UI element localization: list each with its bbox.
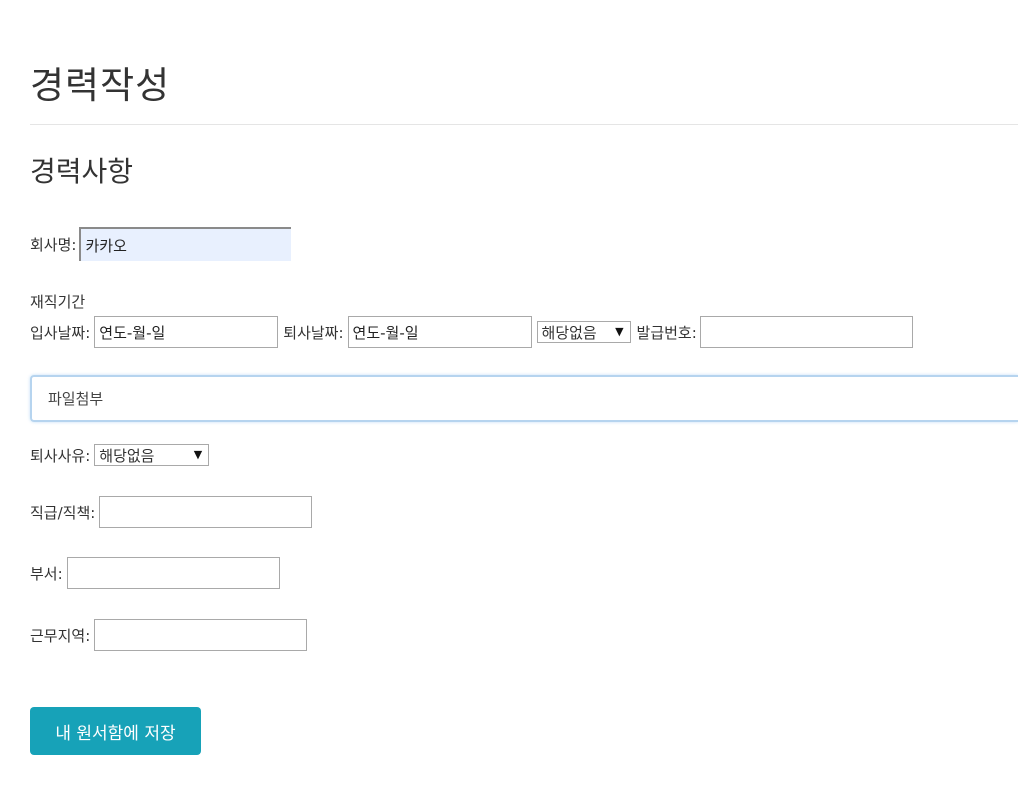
- location-row: 근무지역:: [30, 619, 308, 651]
- rank-row: 직급/직책:: [30, 496, 313, 528]
- issue-number-label: 발급번호:: [636, 323, 697, 342]
- save-button[interactable]: 내 원서함에 저장: [30, 707, 201, 755]
- reason-label: 퇴사사유:: [30, 446, 91, 465]
- reason-row: 퇴사사유: 해당없음 ▼: [30, 444, 210, 466]
- reason-select[interactable]: 해당없음 ▼: [94, 444, 210, 466]
- company-label: 회사명:: [30, 235, 77, 254]
- location-input[interactable]: [94, 619, 308, 651]
- leave-date-input[interactable]: [347, 316, 532, 348]
- rank-input[interactable]: [99, 496, 313, 528]
- file-attach-field[interactable]: 파일첨부: [30, 375, 1018, 422]
- chevron-down-icon: ▼: [615, 325, 624, 338]
- rank-label: 직급/직책:: [30, 503, 96, 522]
- file-attach-label: 파일첨부: [48, 390, 104, 408]
- department-label: 부서:: [30, 564, 63, 583]
- section-title: 경력사항: [30, 155, 134, 188]
- status-select-value: 해당없음: [541, 323, 597, 342]
- issue-number-input[interactable]: [699, 316, 913, 348]
- status-select[interactable]: 해당없음 ▼: [536, 321, 631, 343]
- tenure-heading: 재직기간: [30, 293, 86, 311]
- department-row: 부서:: [30, 557, 280, 589]
- divider: [30, 124, 1018, 125]
- tenure-heading-row: 재직기간: [30, 291, 85, 312]
- page-title: 경력작성: [30, 64, 171, 107]
- join-date-input[interactable]: [94, 316, 279, 348]
- tenure-row: 입사날짜: 퇴사날짜: 해당없음 ▼ 발급번호:: [30, 316, 913, 348]
- department-input[interactable]: [66, 557, 280, 589]
- chevron-down-icon: ▼: [193, 448, 203, 461]
- reason-select-value: 해당없음: [99, 446, 155, 465]
- location-label: 근무지역:: [30, 626, 91, 645]
- company-row: 회사명:: [30, 227, 292, 261]
- leave-date-label: 퇴사날짜:: [283, 323, 344, 342]
- join-date-label: 입사날짜:: [30, 323, 91, 342]
- company-input[interactable]: [79, 227, 292, 261]
